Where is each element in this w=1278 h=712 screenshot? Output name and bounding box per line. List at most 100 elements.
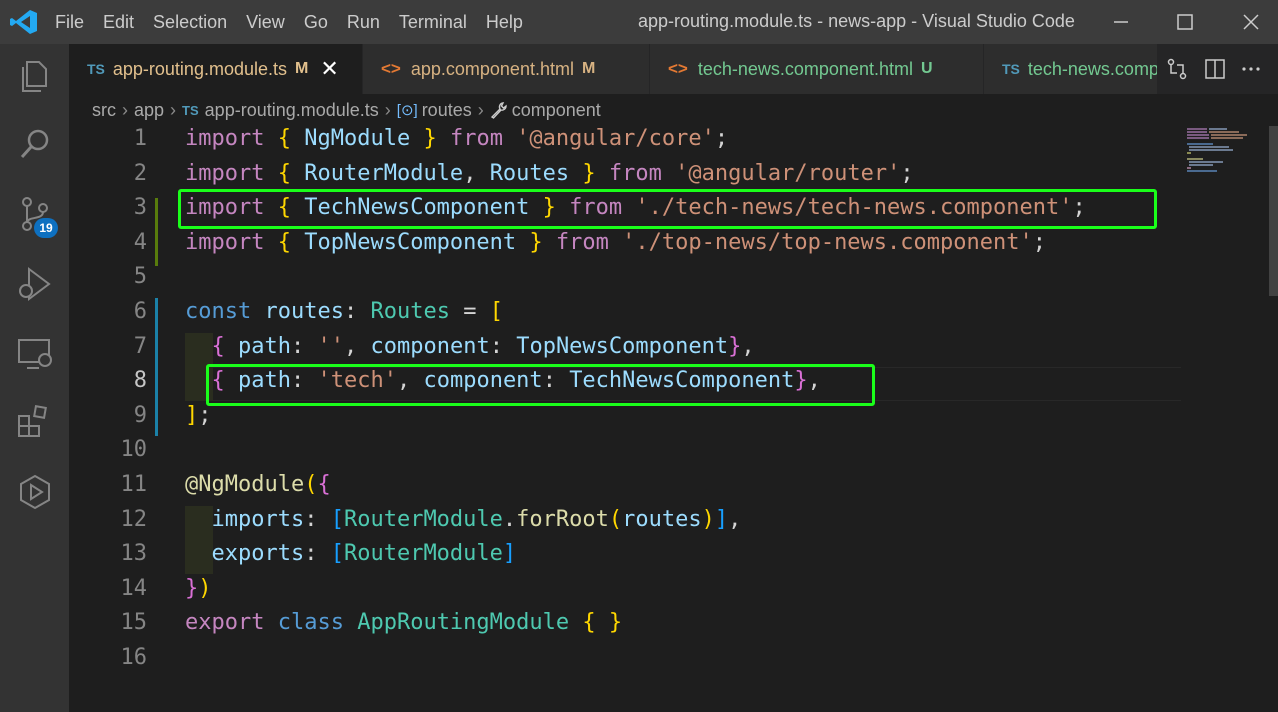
tab-modified-status: M (295, 60, 309, 77)
code-line-1: import { NgModule } from '@angular/core'… (185, 126, 729, 151)
line-number: 15 (120, 610, 148, 636)
menu-file[interactable]: File (48, 12, 91, 33)
typescript-file-icon: TS (1002, 61, 1020, 77)
code-token: AppRoutingModule (357, 610, 570, 636)
line-number: 1 (133, 126, 147, 151)
html-file-icon: <> (668, 59, 688, 78)
chevron-right-icon: › (477, 99, 484, 120)
code-line-4: import { TopNewsComponent } from './top-… (185, 229, 1046, 255)
code-token: from (555, 229, 609, 255)
source-control-badge: 19 (34, 218, 58, 238)
code-token: '@angular/core' (516, 126, 715, 151)
code-token: import (185, 229, 265, 255)
explorer-icon[interactable] (15, 56, 55, 96)
code-token: exports (211, 541, 305, 567)
tab-label: app-routing.module.ts (112, 58, 287, 79)
code-token: '' (317, 333, 344, 359)
search-icon[interactable] (15, 124, 55, 164)
tab-label: app.component.html (410, 58, 574, 79)
menu-edit[interactable]: Edit (96, 12, 141, 33)
typescript-file-icon: TS (182, 102, 199, 118)
modified-lines-marker (155, 298, 158, 436)
breadcrumb-src[interactable]: src (92, 100, 116, 121)
code-token: imports (211, 506, 305, 532)
breadcrumb: src › app › TS app-routing.module.ts › [… (69, 94, 1278, 126)
code-token: '@angular/router' (675, 160, 901, 186)
code-token: NgModule (304, 126, 411, 151)
editor-actions (1157, 44, 1278, 94)
activity-bar: 19 (0, 44, 69, 712)
breadcrumb-file[interactable]: app-routing.module.ts (205, 100, 379, 121)
window-title: app-routing.module.ts - news-app - Visua… (638, 11, 1075, 31)
open-changes-icon[interactable] (1165, 57, 1189, 81)
split-editor-icon[interactable] (1203, 57, 1227, 81)
menu-help[interactable]: Help (479, 12, 530, 33)
code-line-9: ]; (185, 402, 212, 428)
typescript-file-icon: TS (87, 61, 105, 77)
code-line-14: }) (185, 575, 212, 601)
code-token: class (277, 610, 344, 636)
chevron-right-icon: › (122, 99, 128, 120)
code-token: import (185, 160, 265, 186)
menu-view[interactable]: View (239, 12, 292, 33)
code-token: path (238, 333, 291, 359)
maximize-icon[interactable] (1170, 8, 1200, 36)
vscode-logo-icon[interactable] (10, 9, 38, 35)
breadcrumb-symbol-routes[interactable]: routes (422, 100, 472, 121)
code-token: RouterModule (343, 541, 503, 567)
close-window-icon[interactable] (1236, 8, 1266, 36)
breadcrumb-app[interactable]: app (134, 100, 164, 121)
menu-terminal[interactable]: Terminal (392, 12, 474, 33)
menu-selection[interactable]: Selection (146, 12, 234, 33)
code-token: RouterModule (343, 506, 503, 532)
editor-tab-bar: TS app-routing.module.ts M ✕ <> app.comp… (69, 44, 1278, 94)
menu-go[interactable]: Go (297, 12, 335, 33)
chevron-right-icon: › (170, 99, 177, 120)
code-line-6: const routes: Routes = [ (185, 299, 503, 324)
chevron-right-icon: › (384, 99, 391, 120)
code-token: RouterModule (304, 160, 464, 186)
menu-run[interactable]: Run (340, 12, 387, 33)
code-token: from (608, 160, 662, 186)
line-number: 10 (120, 437, 148, 463)
code-token: from (449, 126, 503, 151)
minimap[interactable] (1179, 126, 1278, 712)
code-token: routes (622, 506, 702, 532)
highlight-box-route-line (206, 364, 875, 406)
remote-explorer-icon[interactable] (15, 334, 55, 374)
code-token: Routes (370, 299, 450, 324)
close-tab-icon[interactable]: ✕ (320, 56, 338, 82)
scrollbar-thumb[interactable] (1269, 126, 1278, 296)
added-lines-marker (155, 198, 158, 266)
extensions-icon[interactable] (15, 402, 55, 442)
tab-tech-news-component-ts[interactable]: TS tech-news.comp (984, 44, 1158, 94)
code-line-13: exports: [RouterModule] (211, 541, 517, 567)
line-number: 9 (133, 402, 147, 428)
tab-modified-status: M (581, 60, 596, 77)
tab-label: tech-news.comp (1027, 58, 1158, 79)
variable-symbol-icon: [⊙] (396, 102, 418, 119)
run-debug-icon[interactable] (15, 264, 55, 304)
line-number-current: 8 (133, 368, 147, 394)
code-token: const (185, 299, 252, 324)
code-token: import (185, 126, 265, 151)
code-token: TopNewsComponent (304, 229, 517, 255)
line-number: 3 (133, 195, 147, 221)
more-actions-icon[interactable] (1239, 57, 1263, 81)
code-token: forRoot (516, 506, 609, 532)
tab-label: tech-news.component.html (697, 58, 913, 79)
minimize-icon[interactable] (1106, 8, 1136, 36)
code-line-11: @NgModule({ (185, 472, 331, 497)
tab-app-routing-module[interactable]: TS app-routing.module.ts M ✕ (69, 44, 363, 94)
angular-extension-icon[interactable] (15, 472, 55, 512)
code-line-7: { path: '', component: TopNewsComponent}… (211, 333, 755, 359)
line-number: 16 (120, 645, 148, 670)
line-number: 7 (133, 333, 147, 359)
code-editor[interactable]: 1 2 3 4 5 6 7 8 9 10 11 12 13 14 15 16 i… (69, 126, 1278, 712)
code-token: Routes (489, 160, 570, 186)
code-token: './top-news/top-news.component' (622, 229, 1033, 255)
tab-untracked-status: U (920, 60, 933, 77)
tab-tech-news-component-html[interactable]: <> tech-news.component.html U (650, 44, 984, 94)
tab-app-component-html[interactable]: <> app.component.html M (363, 44, 650, 94)
breadcrumb-symbol-component[interactable]: component (512, 100, 601, 121)
